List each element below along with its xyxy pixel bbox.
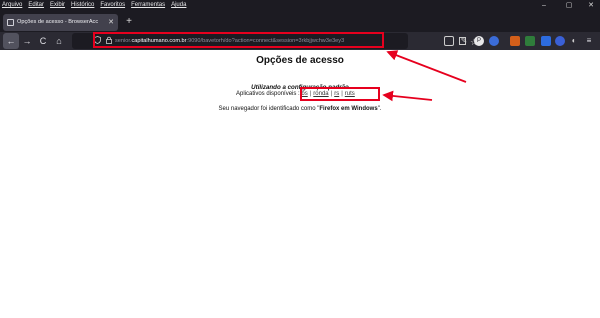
apps-label: Aplicativos disponíveis — [236, 91, 297, 97]
browser-prefix: Seu navegador foi identificado como " — [218, 106, 320, 112]
back-button[interactable]: ← — [3, 33, 19, 49]
menu-favoritos[interactable]: Favoritos — [100, 0, 125, 11]
tab-bar: Opções de acesso - BrowserAcc ✕ — [0, 11, 600, 32]
browser-name: Firefox em Windows — [319, 106, 378, 112]
browser-detection-text: Seu navegador foi identificado como "Fir… — [0, 106, 600, 112]
tab-close-icon[interactable]: ✕ — [108, 14, 114, 31]
browser-suffix: ". — [377, 106, 382, 112]
new-tab-button[interactable]: + — [121, 11, 137, 32]
extensions-icon[interactable]: ◐ — [569, 36, 579, 46]
extension-globe-icon[interactable] — [489, 36, 499, 46]
menu-historico[interactable]: Histórico — [71, 0, 94, 11]
menu-bar: Arquivo Editar Exibir Histórico Favorito… — [0, 0, 600, 11]
menu-ajuda[interactable]: Ajuda — [171, 0, 186, 11]
menu-ferramentas[interactable]: Ferramentas — [131, 0, 165, 11]
menu-editar[interactable]: Editar — [28, 0, 44, 11]
maximize-button[interactable]: ▢ — [561, 0, 577, 11]
menu-exibir[interactable]: Exibir — [50, 0, 65, 11]
arrow-to-apps — [382, 90, 433, 102]
close-window-button[interactable]: ✕ — [583, 0, 599, 11]
tools-icon[interactable]: ✎ — [459, 36, 469, 46]
reload-button[interactable]: C — [35, 33, 51, 49]
highlight-box-apps — [300, 87, 380, 101]
extension-green-icon[interactable] — [525, 36, 535, 46]
tab-title: Opções de acesso - BrowserAcc — [17, 19, 99, 25]
hamburger-menu-icon[interactable]: ≡ — [584, 36, 594, 46]
extension-blue-icon[interactable] — [541, 36, 551, 46]
forward-button[interactable]: → — [19, 33, 35, 49]
home-button[interactable]: ⌂ — [51, 33, 67, 49]
menu-items: Arquivo Editar Exibir Histórico Favorito… — [2, 0, 186, 11]
extension-orange-icon[interactable] — [510, 36, 520, 46]
highlight-box-url — [93, 32, 384, 48]
pocket-icon[interactable] — [444, 36, 454, 46]
account-icon[interactable] — [555, 36, 565, 46]
minimize-button[interactable]: – — [536, 0, 552, 11]
tab-active[interactable]: Opções de acesso - BrowserAcc ✕ — [3, 14, 118, 31]
extension-p-icon[interactable]: P — [474, 36, 484, 46]
menu-arquivo[interactable]: Arquivo — [2, 0, 22, 11]
page-icon — [7, 19, 14, 26]
page-title: Opções de acesso — [256, 55, 344, 66]
